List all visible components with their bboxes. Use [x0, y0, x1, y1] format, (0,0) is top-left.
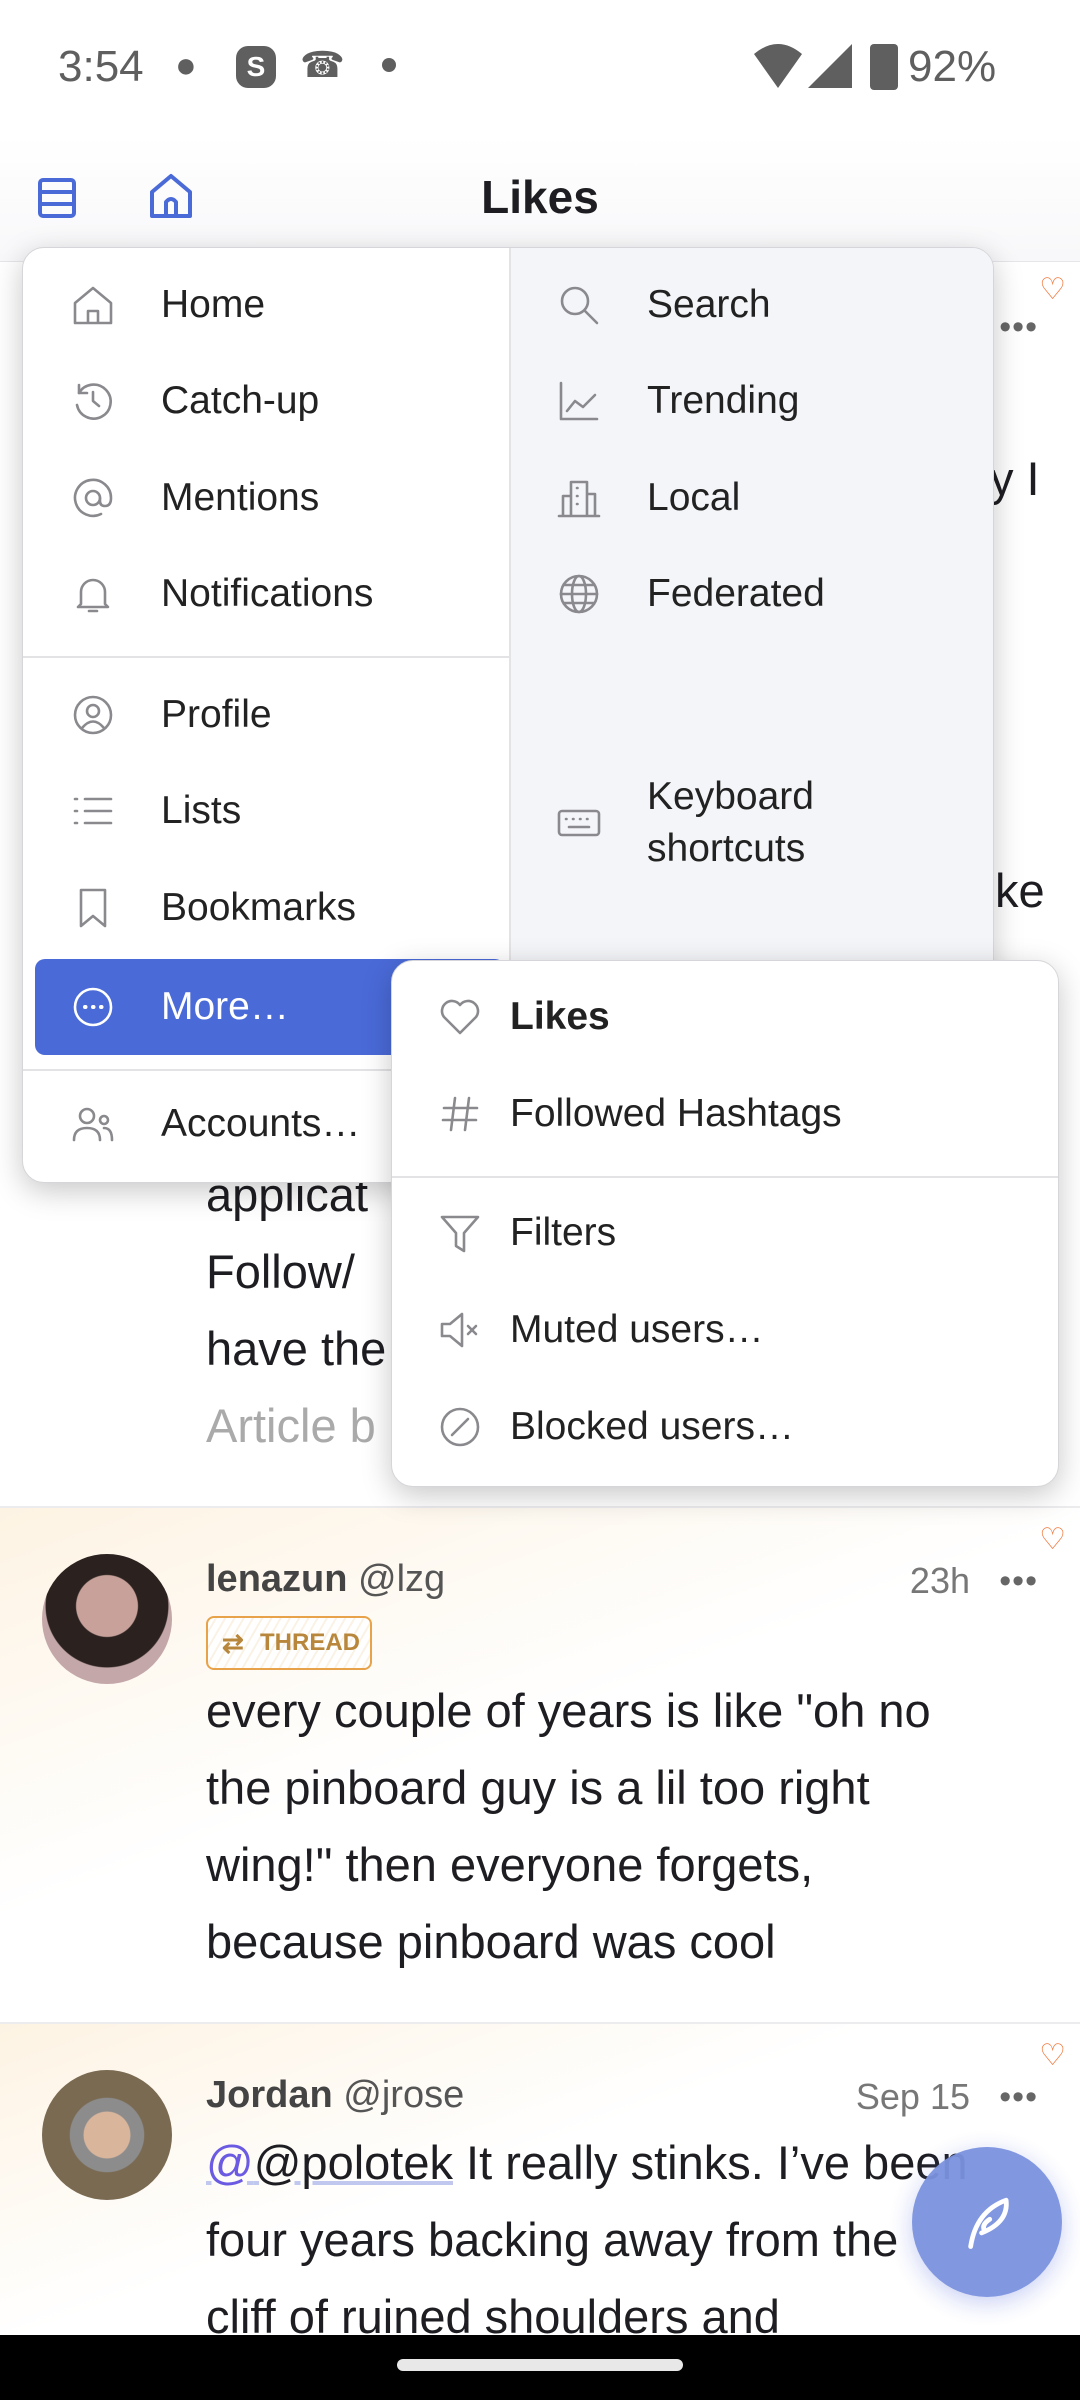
avatar[interactable]	[42, 2070, 172, 2200]
menu-item-keyboard-shortcuts[interactable]: Keyboard shortcuts	[509, 758, 867, 888]
bookmark-icon	[69, 884, 117, 932]
menu-item-accounts[interactable]: Accounts…	[23, 1076, 360, 1172]
chat-bubble-icon: ●	[175, 44, 197, 85]
globe-icon	[555, 570, 603, 618]
menu-item-lists[interactable]: Lists	[23, 763, 241, 859]
mute-icon	[436, 1306, 484, 1354]
missed-call-icon: ☎	[300, 44, 345, 85]
more-options-icon[interactable]: •••	[999, 308, 1038, 347]
thread-badge: ⇄ THREAD	[206, 1616, 372, 1670]
submenu-item-blocked-users[interactable]: Blocked users…	[392, 1379, 794, 1475]
post-card[interactable]: ♡ Jordan @jrose Sep 15 ••• @@polotek It …	[0, 2022, 1080, 2343]
filter-icon	[436, 1209, 484, 1257]
more-icon	[69, 983, 117, 1031]
post-text-fragment: y I	[990, 452, 1040, 505]
menu-item-catch-up[interactable]: Catch-up	[23, 353, 319, 449]
menu-item-trending[interactable]: Trending	[509, 353, 799, 449]
block-icon	[436, 1403, 484, 1451]
menu-item-local[interactable]: Local	[509, 450, 740, 546]
bell-icon	[69, 570, 117, 618]
battery-level: 92%	[908, 42, 997, 91]
menu-item-mentions[interactable]: Mentions	[23, 450, 319, 546]
feather-compose-icon	[968, 2197, 1009, 2249]
post-content: @@polotek It really stinks. I’ve been fo…	[206, 2136, 968, 2343]
more-submenu: Likes Followed Hashtags Filters Muted us…	[391, 960, 1059, 1487]
keyboard-icon	[555, 799, 603, 847]
post-time: 23h	[909, 1560, 970, 1601]
post-time: Sep 15	[855, 2076, 970, 2117]
menu-item-bookmarks[interactable]: Bookmarks	[23, 860, 356, 956]
signal-icon	[808, 44, 852, 88]
post-text-fragment: ke	[995, 864, 1045, 917]
home-gesture-handle[interactable]	[397, 2359, 683, 2371]
list-icon	[69, 787, 117, 835]
submenu-item-followed-hashtags[interactable]: Followed Hashtags	[392, 1066, 842, 1162]
home-icon	[69, 281, 117, 329]
submenu-item-muted-users[interactable]: Muted users…	[392, 1282, 764, 1378]
catch-up-icon	[69, 377, 117, 425]
building-icon	[555, 474, 603, 522]
dot-icon	[382, 58, 396, 72]
post-text-fragment: Article b	[206, 1399, 376, 1452]
system-nav-bar	[0, 2335, 1080, 2400]
battery-icon	[870, 44, 898, 90]
menu-item-profile[interactable]: Profile	[23, 667, 272, 763]
thread-icon: ⇄	[222, 1628, 244, 1658]
menu-item-search[interactable]: Search	[509, 257, 771, 353]
trending-icon	[555, 377, 603, 425]
post-text-fragment: Follow/	[206, 1245, 355, 1298]
post-card[interactable]: ♡ lenazun @lzg 23h ••• ⇄ THREAD every cou…	[0, 1506, 1080, 2024]
heart-icon: ♡	[1039, 273, 1066, 306]
clock: 3:54	[58, 42, 144, 91]
search-icon	[555, 281, 603, 329]
post-content: every couple of years is like "oh no the …	[206, 1684, 931, 1968]
menu-item-home[interactable]: Home	[23, 257, 265, 353]
page-title: Likes	[481, 171, 599, 223]
mention-link[interactable]: @@polotek	[206, 2136, 453, 2189]
heart-icon[interactable]: ♡	[1039, 1522, 1066, 1557]
wifi-icon	[754, 44, 802, 88]
heart-icon	[436, 993, 484, 1041]
profile-icon	[69, 691, 117, 739]
status-bar: 3:54 ● S ☎ 92%	[0, 0, 1080, 135]
submenu-item-likes[interactable]: Likes	[392, 969, 610, 1065]
post-author[interactable]: Jordan @jrose	[206, 2074, 464, 2117]
at-icon	[69, 474, 117, 522]
post-text-fragment: have the	[206, 1322, 387, 1375]
accounts-icon	[69, 1100, 117, 1148]
heart-icon[interactable]: ♡	[1039, 2038, 1066, 2073]
menu-item-more[interactable]: More…	[23, 959, 289, 1055]
skype-icon: S	[236, 46, 276, 88]
menu-item-federated[interactable]: Federated	[509, 546, 825, 642]
menu-item-notifications[interactable]: Notifications	[23, 546, 373, 642]
submenu-item-filters[interactable]: Filters	[392, 1185, 616, 1281]
hashtag-icon	[436, 1090, 484, 1138]
compose-button[interactable]	[912, 2147, 1062, 2297]
more-options-icon[interactable]: •••	[999, 2078, 1038, 2117]
post-author[interactable]: lenazun @lzg	[206, 1558, 445, 1601]
more-options-icon[interactable]: •••	[999, 1562, 1038, 1601]
avatar[interactable]	[42, 1554, 172, 1684]
